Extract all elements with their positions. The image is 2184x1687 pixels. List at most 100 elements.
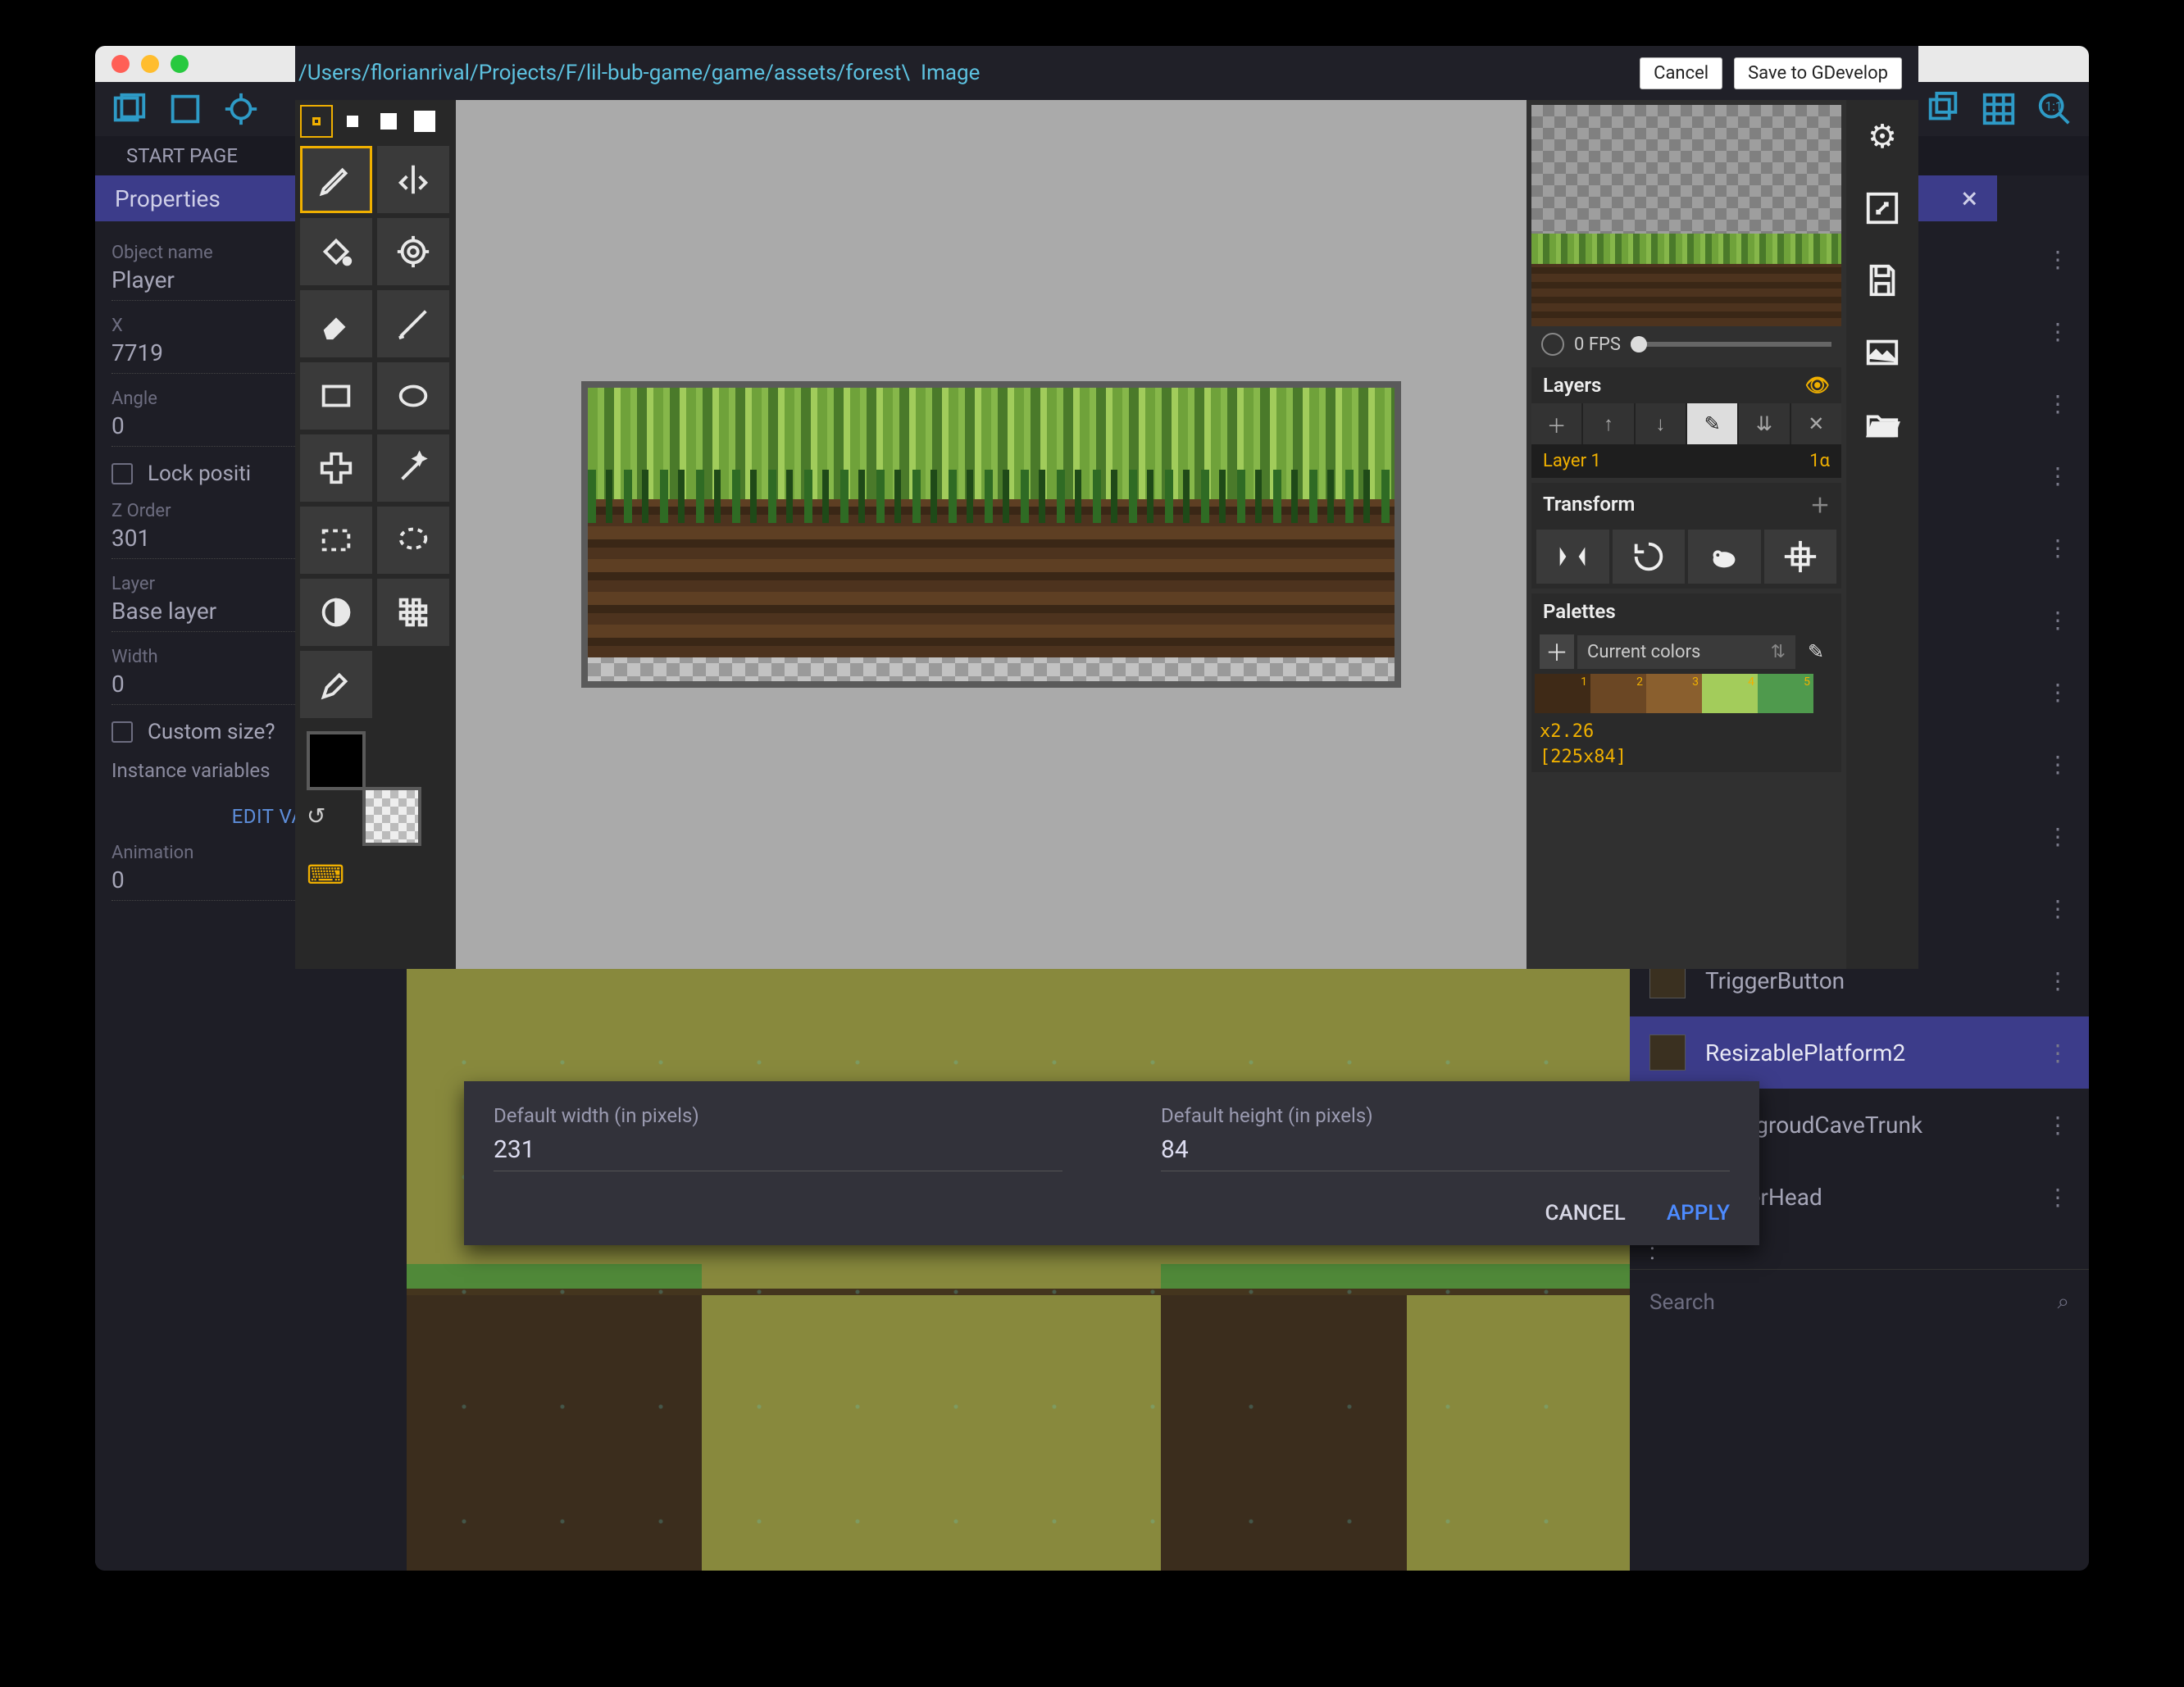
rotate-button[interactable]: [1613, 530, 1686, 584]
lighten-tool[interactable]: [300, 579, 372, 646]
export-icon[interactable]: [164, 93, 207, 125]
pen-size-2[interactable]: [336, 105, 369, 138]
eraser-tool[interactable]: [300, 290, 372, 357]
rect-select-tool[interactable]: [300, 507, 372, 574]
palette-edit-button[interactable]: ✎: [1799, 634, 1833, 669]
preview-canvas[interactable]: [1531, 105, 1841, 326]
add-transform-icon[interactable]: ＋: [1810, 489, 1830, 518]
center-button[interactable]: [1764, 530, 1837, 584]
palette-swatch[interactable]: 3: [1646, 674, 1702, 713]
image-link[interactable]: Image: [921, 61, 980, 85]
custom-size-checkbox[interactable]: [111, 721, 133, 743]
primary-color-swatch[interactable]: [307, 731, 366, 790]
dimensions-label: [225x84]: [1531, 745, 1841, 772]
secondary-color-swatch[interactable]: [362, 787, 421, 846]
palettes-title: Palettes: [1543, 600, 1616, 623]
settings-icon[interactable]: ⚙: [1846, 100, 1918, 172]
circle-tool[interactable]: [377, 362, 449, 430]
object-menu-icon[interactable]: ⋮: [2046, 895, 2069, 922]
project-manager-icon[interactable]: [108, 93, 151, 125]
debug-icon[interactable]: [220, 93, 262, 125]
pen-size-3[interactable]: [372, 105, 405, 138]
object-menu-icon[interactable]: ⋮: [2046, 1184, 2069, 1211]
close-icon[interactable]: ×: [1962, 181, 1977, 216]
pen-size-4[interactable]: [408, 105, 441, 138]
wand-tool[interactable]: [377, 434, 449, 502]
default-width-label: Default width (in pixels): [494, 1104, 1062, 1127]
fps-slider[interactable]: [1631, 342, 1831, 347]
lasso-select-tool[interactable]: [377, 507, 449, 574]
rectangle-tool[interactable]: [300, 362, 372, 430]
save-to-gdevelop-button[interactable]: Save to GDevelop: [1734, 57, 1902, 89]
color-picker-tool[interactable]: [300, 651, 372, 718]
transform-title: Transform: [1543, 493, 1635, 516]
merge-layer-button[interactable]: ⇊: [1739, 403, 1789, 444]
move-tool[interactable]: [300, 434, 372, 502]
bucket-tool[interactable]: [300, 218, 372, 285]
color-swatches[interactable]: ↺: [307, 731, 421, 846]
object-search-input[interactable]: Search: [1649, 1290, 1715, 1315]
object-menu-icon[interactable]: ⋮: [2046, 462, 2069, 489]
object-menu-icon[interactable]: ⋮: [2046, 607, 2069, 634]
search-icon[interactable]: ⌕: [2057, 1289, 2069, 1315]
cancel-button[interactable]: Cancel: [1640, 57, 1722, 89]
toolbox: ↺ ⌨: [295, 100, 456, 969]
object-menu-icon[interactable]: ⋮: [2046, 751, 2069, 778]
line-tool[interactable]: [377, 290, 449, 357]
palette-index: 3: [1692, 675, 1699, 689]
swap-colors-icon[interactable]: ↺: [307, 803, 325, 830]
fps-label: 0 FPS: [1574, 334, 1621, 355]
object-menu-icon[interactable]: ⋮: [2046, 318, 2069, 345]
onion-skin-icon[interactable]: [1541, 333, 1564, 356]
edit-layer-button[interactable]: ✎: [1687, 403, 1737, 444]
object-menu-icon[interactable]: ⋮: [2046, 246, 2069, 273]
layer-up-button[interactable]: ↑: [1583, 403, 1633, 444]
add-layer-button[interactable]: ＋: [1531, 403, 1581, 444]
object-search-row: Search ⌕: [1630, 1269, 2089, 1335]
palette-swatch[interactable]: 5: [1758, 674, 1813, 713]
layers-panel: Layers👁 ＋ ↑ ↓ ✎ ⇊ ✕ Layer 1 1α: [1531, 367, 1841, 478]
object-menu-icon[interactable]: ⋮: [2046, 967, 2069, 994]
canvas-area[interactable]: [456, 100, 1527, 969]
default-height-input[interactable]: 84: [1161, 1135, 1730, 1171]
object-menu-icon[interactable]: ⋮: [2046, 679, 2069, 706]
magic-bucket-tool[interactable]: [377, 218, 449, 285]
clone-button[interactable]: [1688, 530, 1761, 584]
palette-swatch[interactable]: 4: [1702, 674, 1758, 713]
dither-tool[interactable]: [377, 579, 449, 646]
object-menu-icon[interactable]: ⋮: [2046, 390, 2069, 417]
dialog-cancel-button[interactable]: CANCEL: [1545, 1201, 1625, 1225]
layers-icon[interactable]: [1922, 93, 1964, 125]
object-menu-icon[interactable]: ⋮: [2046, 1112, 2069, 1139]
dialog-apply-button[interactable]: APPLY: [1667, 1201, 1730, 1225]
sprite-canvas[interactable]: [581, 381, 1401, 688]
default-height-label: Default height (in pixels): [1161, 1104, 1730, 1127]
mirror-pencil-tool[interactable]: [377, 146, 449, 213]
pencil-tool[interactable]: [300, 146, 372, 213]
toggle-preview-icon[interactable]: 👁: [1805, 374, 1830, 397]
app-window: GDevelop 5 - /Users/florianrival/Project…: [95, 46, 2089, 1571]
palette-swatch[interactable]: 2: [1590, 674, 1646, 713]
object-menu-icon[interactable]: ⋮: [2046, 823, 2069, 850]
object-menu-icon[interactable]: ⋮: [2046, 534, 2069, 562]
delete-layer-button[interactable]: ✕: [1791, 403, 1841, 444]
layer-down-button[interactable]: ↓: [1636, 403, 1686, 444]
zoom-reset-icon[interactable]: 1:1: [2033, 93, 2076, 125]
default-width-input[interactable]: 231: [494, 1135, 1062, 1171]
lock-position-checkbox[interactable]: [111, 463, 133, 484]
object-menu-icon[interactable]: ⋮: [2046, 1039, 2069, 1066]
palette-swatch[interactable]: 1: [1535, 674, 1590, 713]
flip-horizontal-button[interactable]: [1536, 530, 1609, 584]
tab-start-page[interactable]: START PAGE: [115, 136, 249, 175]
add-palette-button[interactable]: ＋: [1540, 634, 1574, 669]
pen-size-1[interactable]: [300, 105, 333, 138]
layer-row[interactable]: Layer 1 1α: [1531, 444, 1841, 478]
palette-select[interactable]: Current colors⇅: [1577, 635, 1795, 669]
pixel-editor-dialog: /Users/florianrival/Projects/F/lil-bub-g…: [295, 46, 1918, 1081]
resize-icon[interactable]: [1846, 172, 1918, 244]
open-folder-icon[interactable]: [1846, 389, 1918, 461]
save-icon[interactable]: [1846, 244, 1918, 316]
grid-icon[interactable]: [1977, 93, 2020, 125]
keyboard-shortcuts-icon[interactable]: ⌨: [307, 859, 451, 890]
image-icon[interactable]: [1846, 316, 1918, 389]
